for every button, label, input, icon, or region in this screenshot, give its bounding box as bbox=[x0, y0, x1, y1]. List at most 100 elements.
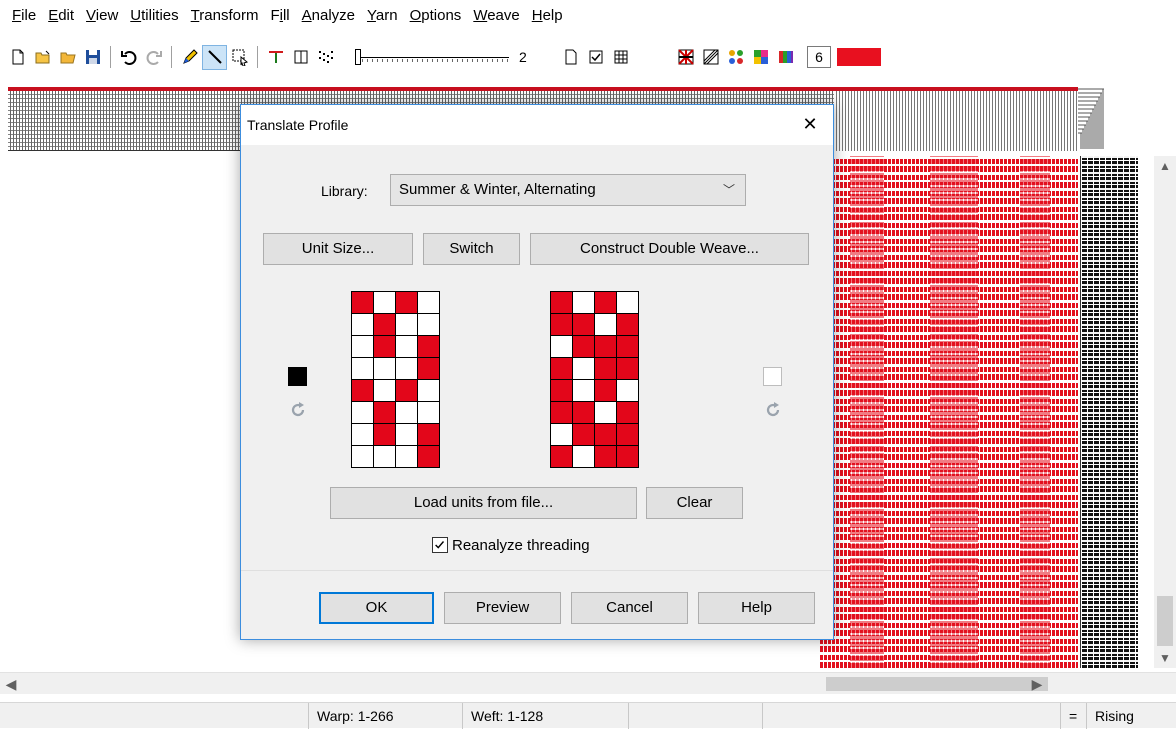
right-unit-cell[interactable] bbox=[551, 380, 573, 402]
pencil-icon[interactable] bbox=[178, 46, 201, 69]
rotate-left-unit-icon[interactable] bbox=[289, 401, 307, 419]
horizontal-scrollbar[interactable]: ◀ ▶ bbox=[0, 672, 1176, 694]
left-unit-cell[interactable] bbox=[418, 380, 440, 402]
switch-button[interactable]: Switch bbox=[423, 233, 520, 265]
menu-help[interactable]: Help bbox=[526, 0, 569, 32]
right-unit-color-swatch[interactable] bbox=[763, 367, 782, 386]
right-unit-cell[interactable] bbox=[551, 358, 573, 380]
menu-utilities[interactable]: Utilities bbox=[124, 0, 184, 32]
clear-button[interactable]: Clear bbox=[646, 487, 743, 519]
palette-grid-icon[interactable] bbox=[749, 46, 772, 69]
dialog-title-bar[interactable]: Translate Profile ✕ bbox=[241, 105, 833, 145]
left-unit-cell[interactable] bbox=[418, 424, 440, 446]
left-unit-color-swatch[interactable] bbox=[288, 367, 307, 386]
current-color-swatch[interactable] bbox=[837, 48, 881, 66]
right-unit-cell[interactable] bbox=[551, 314, 573, 336]
left-unit-cell[interactable] bbox=[374, 336, 396, 358]
scroll-left-icon[interactable]: ◀ bbox=[0, 673, 22, 695]
menu-options[interactable]: Options bbox=[404, 0, 468, 32]
unit-size-button[interactable]: Unit Size... bbox=[263, 233, 413, 265]
palette-dots-icon[interactable] bbox=[724, 46, 747, 69]
reanalyze-label[interactable]: Reanalyze threading bbox=[452, 537, 590, 554]
treadling-grid[interactable] bbox=[1080, 156, 1138, 668]
right-unit-cell[interactable] bbox=[617, 358, 639, 380]
left-unit-cell[interactable] bbox=[418, 336, 440, 358]
ok-button[interactable]: OK bbox=[319, 592, 434, 624]
right-unit-cell[interactable] bbox=[595, 380, 617, 402]
left-unit-cell[interactable] bbox=[352, 292, 374, 314]
left-unit-cell[interactable] bbox=[374, 314, 396, 336]
vertical-scrollbar[interactable]: ▲ ▼ bbox=[1154, 156, 1176, 668]
line-icon[interactable] bbox=[202, 44, 227, 70]
open-folder-icon[interactable] bbox=[56, 46, 79, 69]
left-unit-cell[interactable] bbox=[396, 314, 418, 336]
right-unit-cell[interactable] bbox=[617, 402, 639, 424]
right-unit-cell[interactable] bbox=[595, 424, 617, 446]
load-units-button[interactable]: Load units from file... bbox=[330, 487, 637, 519]
right-unit-cell[interactable] bbox=[551, 336, 573, 358]
left-unit-cell[interactable] bbox=[374, 424, 396, 446]
right-unit-cell[interactable] bbox=[617, 292, 639, 314]
help-button[interactable]: Help bbox=[698, 592, 815, 624]
right-unit-cell[interactable] bbox=[595, 292, 617, 314]
right-unit-cell[interactable] bbox=[573, 402, 595, 424]
right-unit-cell[interactable] bbox=[617, 380, 639, 402]
right-unit-cell[interactable] bbox=[573, 292, 595, 314]
menu-yarn[interactable]: Yarn bbox=[361, 0, 404, 32]
right-unit-cell[interactable] bbox=[595, 402, 617, 424]
left-unit-cell[interactable] bbox=[418, 292, 440, 314]
right-unit-cell[interactable] bbox=[551, 424, 573, 446]
left-unit-cell[interactable] bbox=[396, 380, 418, 402]
open-file-icon[interactable] bbox=[31, 46, 54, 69]
right-unit-cell[interactable] bbox=[551, 402, 573, 424]
blank-page-icon[interactable] bbox=[559, 46, 582, 69]
left-unit-cell[interactable] bbox=[352, 358, 374, 380]
left-unit-cell[interactable] bbox=[396, 402, 418, 424]
new-file-icon[interactable] bbox=[6, 46, 29, 69]
right-unit-cell[interactable] bbox=[573, 424, 595, 446]
reanalyze-checkbox[interactable] bbox=[432, 537, 448, 553]
left-unit-cell[interactable] bbox=[418, 358, 440, 380]
drawdown-area[interactable] bbox=[820, 156, 1078, 668]
threading-grid-right[interactable] bbox=[834, 91, 1078, 151]
save-icon[interactable] bbox=[81, 46, 104, 69]
left-unit-cell[interactable] bbox=[352, 336, 374, 358]
redo-icon[interactable] bbox=[142, 46, 165, 69]
left-unit-cell[interactable] bbox=[352, 380, 374, 402]
left-unit-cell[interactable] bbox=[352, 402, 374, 424]
right-unit-cell[interactable] bbox=[595, 446, 617, 468]
horizontal-scroll-thumb[interactable] bbox=[826, 677, 1048, 691]
right-unit-cell[interactable] bbox=[573, 380, 595, 402]
right-unit-cell[interactable] bbox=[595, 314, 617, 336]
cancel-button[interactable]: Cancel bbox=[571, 592, 688, 624]
scroll-right-icon[interactable]: ▶ bbox=[1026, 673, 1048, 695]
left-unit-cell[interactable] bbox=[374, 292, 396, 314]
right-unit-cell[interactable] bbox=[573, 314, 595, 336]
treadle-icon[interactable] bbox=[264, 46, 287, 69]
left-unit-cell[interactable] bbox=[374, 358, 396, 380]
left-unit-cell[interactable] bbox=[396, 424, 418, 446]
left-unit-cell[interactable] bbox=[352, 424, 374, 446]
right-unit-cell[interactable] bbox=[617, 336, 639, 358]
right-unit-cell[interactable] bbox=[617, 446, 639, 468]
right-unit-cell[interactable] bbox=[573, 336, 595, 358]
pattern-a-icon[interactable] bbox=[674, 46, 697, 69]
left-unit-cell[interactable] bbox=[418, 314, 440, 336]
left-unit-cell[interactable] bbox=[396, 292, 418, 314]
right-unit-cell[interactable] bbox=[551, 292, 573, 314]
right-unit-cell[interactable] bbox=[617, 314, 639, 336]
scroll-up-icon[interactable]: ▲ bbox=[1154, 156, 1176, 176]
right-unit-cell[interactable] bbox=[573, 446, 595, 468]
menu-view[interactable]: View bbox=[80, 0, 124, 32]
undo-icon[interactable] bbox=[117, 46, 140, 69]
left-unit-cell[interactable] bbox=[396, 358, 418, 380]
left-unit-cell[interactable] bbox=[396, 446, 418, 468]
grid-icon[interactable] bbox=[609, 46, 632, 69]
right-unit-cell[interactable] bbox=[551, 446, 573, 468]
dots-icon[interactable] bbox=[314, 46, 337, 69]
rotate-right-unit-icon[interactable] bbox=[764, 401, 782, 419]
color-table-icon[interactable] bbox=[774, 46, 797, 69]
menu-analyze[interactable]: Analyze bbox=[296, 0, 361, 32]
scroll-down-icon[interactable]: ▼ bbox=[1154, 648, 1176, 668]
right-unit-cell[interactable] bbox=[595, 336, 617, 358]
